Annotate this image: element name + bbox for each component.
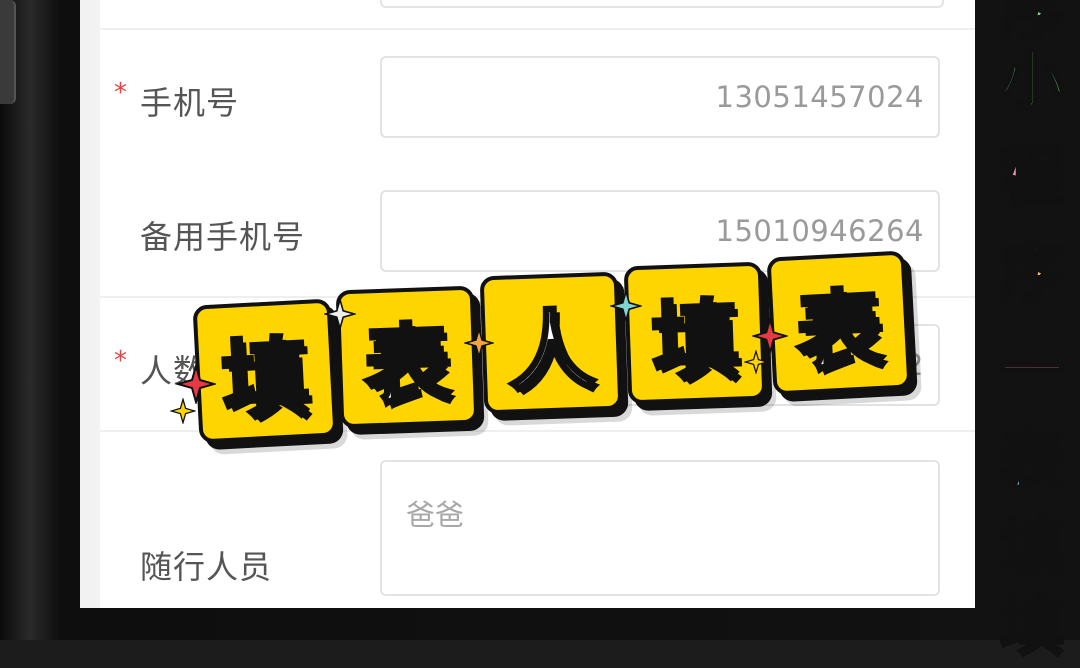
required-mark: * [114,78,127,108]
sparkle-icon [464,328,494,358]
phone-input[interactable]: 13051457024 [380,56,940,138]
phone-value: 13051457024 [715,80,924,114]
overlay-char: 填 [649,288,742,395]
overlay-char: 表 [792,277,887,385]
companions-label: 随行人员 [140,548,273,586]
row-divider [100,28,975,30]
overlay-tile: 表 [766,250,912,396]
previous-field-input[interactable] [380,0,944,8]
caption-char: 小 [999,44,1066,121]
backup-phone-value: 15010946264 [715,214,924,248]
phone-label: 手机号 [140,84,240,122]
overlay-tile: 表 [335,285,479,429]
sparkle-icon [324,298,356,330]
caption-char: 序 [999,236,1066,313]
companions-placeholder: 爸爸 [406,498,465,532]
overlay-tile: 填 [623,261,767,405]
backup-phone-label: 备用手机号 [140,218,306,256]
caption-char: 填 [999,590,1066,667]
overlay-char: 表 [361,312,454,419]
title-overlay: 填 表 人 填 表 [170,250,920,444]
overlay-char: 人 [505,298,598,405]
sparkle-icon [752,318,788,354]
sparkle-icon [744,350,768,374]
phone-side-button [0,0,16,104]
caption-char: 程 [999,140,1066,217]
caption-char: 表 [999,424,1066,501]
caption-char: 一 [999,334,1066,411]
sparkle-icon [170,398,196,424]
overlay-char: 填 [218,325,313,433]
companions-textarea[interactable]: 爸爸 [380,460,940,596]
side-caption: 序 小 程 序 一 表 填 填 [980,0,1080,667]
overlay-tile: 人 [479,271,623,415]
sparkle-icon [610,290,642,322]
required-mark: * [114,346,127,376]
